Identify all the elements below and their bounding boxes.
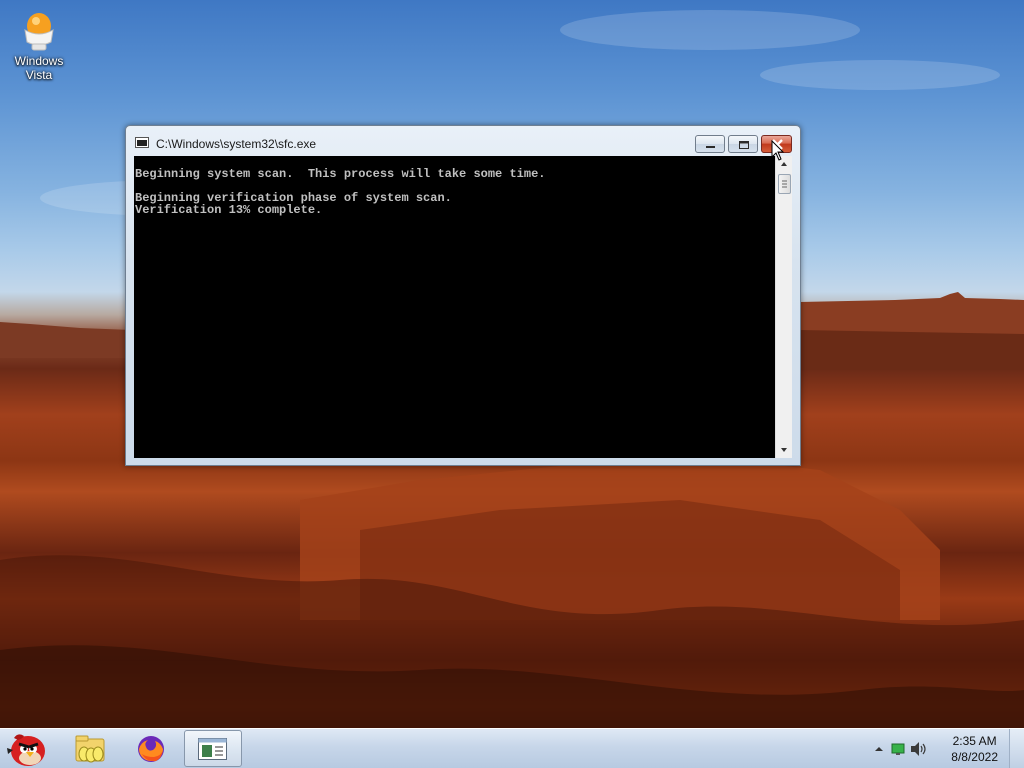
start-button[interactable]: [0, 730, 56, 767]
grip-icon: [782, 180, 787, 188]
console-output-area[interactable]: Beginning system scan. This process will…: [134, 156, 792, 458]
show-desktop-button[interactable]: [1009, 729, 1024, 768]
restore-icon: [739, 141, 749, 149]
scroll-down-button[interactable]: [776, 442, 792, 458]
window-title: C:\Windows\system32\sfc.exe: [156, 137, 317, 151]
folder-eggs-icon: [75, 735, 105, 763]
desktop-background: Windows Vista C:\Windows\system32\sfc.ex…: [0, 0, 1024, 768]
shadow-ridges: [0, 555, 1024, 730]
clock[interactable]: 2:35 AM 8/8/2022: [951, 733, 998, 765]
clock-time: 2:35 AM: [952, 734, 997, 748]
console-line: Verification 13% complete.: [135, 203, 323, 217]
distant-mesa-right: [800, 292, 1024, 370]
angry-bird-start-icon: [7, 734, 45, 766]
vertical-scrollbar[interactable]: [775, 156, 792, 458]
system-tray: 2:35 AM 8/8/2022: [864, 729, 1024, 768]
taskbar: 2:35 AM 8/8/2022: [0, 728, 1024, 768]
distant-mesa-left: [0, 322, 130, 358]
sfc-console-taskbar-button[interactable]: [184, 730, 242, 767]
title-bar[interactable]: C:\Windows\system32\sfc.exe: [126, 126, 800, 156]
speaker-icon[interactable]: [910, 741, 928, 757]
console-window-icon: [198, 738, 227, 760]
desktop-icon-windows-vista[interactable]: Windows Vista: [8, 12, 70, 82]
firefox-taskbar-button[interactable]: [124, 730, 180, 767]
show-hidden-icons-arrow-icon[interactable]: [874, 744, 884, 754]
minimize-button[interactable]: [695, 135, 725, 153]
firefox-icon: [138, 736, 164, 762]
console-text: Beginning system scan. This process will…: [135, 168, 545, 216]
mouse-cursor-icon: [771, 140, 785, 161]
minimize-icon: [706, 146, 715, 148]
console-line: Beginning system scan. This process will…: [135, 167, 546, 181]
console-window-icon: [135, 137, 149, 148]
clock-date: 8/8/2022: [951, 750, 998, 764]
sfc-console-window[interactable]: C:\Windows\system32\sfc.exe Beginning sy…: [125, 125, 801, 466]
arrow-down-icon: [781, 448, 787, 452]
explorer-taskbar-button[interactable]: [62, 730, 118, 767]
egg-cup-icon: [24, 13, 54, 51]
desktop-icon-label: Windows Vista: [14, 54, 64, 82]
maximize-button[interactable]: [728, 135, 758, 153]
network-icon[interactable]: [891, 742, 905, 756]
scroll-thumb[interactable]: [778, 174, 791, 194]
sky-cloud: [760, 60, 1000, 90]
sky-cloud: [560, 10, 860, 50]
